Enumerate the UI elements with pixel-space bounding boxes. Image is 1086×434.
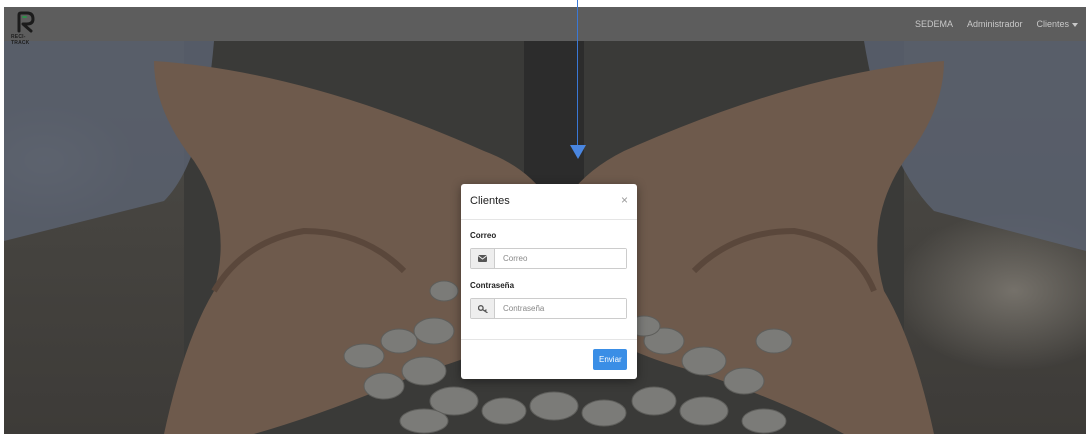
annotation-arrow-head — [570, 145, 586, 159]
envelope-icon — [471, 249, 495, 268]
nav-link-clientes-label: Clientes — [1036, 19, 1069, 29]
nav-links: SEDEMA Administrador Clientes — [915, 7, 1078, 41]
modal-header: Clientes × — [461, 184, 637, 220]
password-input[interactable] — [495, 299, 626, 318]
password-label: Contraseña — [470, 281, 515, 290]
email-input[interactable] — [495, 249, 626, 268]
email-input-group — [470, 248, 627, 269]
nav-link-administrador[interactable]: Administrador — [967, 19, 1023, 29]
nav-link-clientes-dropdown[interactable]: Clientes — [1036, 19, 1078, 29]
nav-link-sedema[interactable]: SEDEMA — [915, 19, 953, 29]
key-icon — [471, 299, 495, 318]
password-input-group — [470, 298, 627, 319]
reci-track-logo[interactable]: RECI-TRACK — [10, 9, 42, 46]
close-button[interactable]: × — [621, 193, 628, 207]
annotation-arrow-line — [577, 0, 578, 148]
enviar-button[interactable]: Enviar — [593, 349, 627, 370]
navbar: RECI-TRACK SEDEMA Administrador Clientes — [4, 7, 1086, 46]
email-label: Correo — [470, 231, 497, 240]
logo-r-icon — [17, 11, 35, 33]
logo-text: RECI-TRACK — [11, 34, 30, 46]
clientes-login-modal: Clientes × Correo Contraseña Enviar — [461, 184, 637, 379]
modal-title: Clientes — [470, 195, 510, 207]
caret-down-icon — [1072, 22, 1078, 27]
modal-footer: Enviar — [461, 339, 637, 380]
